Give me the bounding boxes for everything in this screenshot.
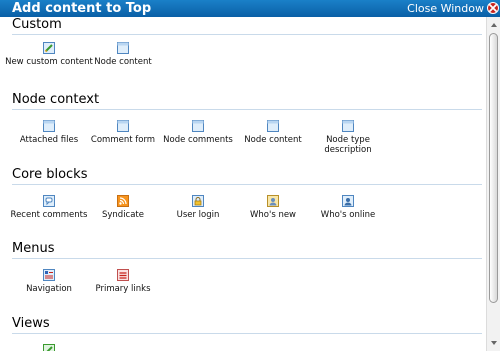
- scrollbar-thumb[interactable]: [489, 33, 498, 303]
- comment-icon: [43, 195, 55, 207]
- navigation-menu-icon: [43, 269, 55, 281]
- document-icon: [43, 120, 55, 132]
- block-node-content[interactable]: Node content: [73, 41, 173, 67]
- section-divider: [12, 184, 482, 185]
- block-label: Node content: [94, 57, 152, 67]
- document-icon: [117, 120, 129, 132]
- dialog-title: Add content to Top: [12, 1, 152, 16]
- vertical-scrollbar[interactable]: [486, 17, 500, 351]
- document-icon: [117, 42, 129, 54]
- section-divider: [12, 109, 482, 110]
- close-icon[interactable]: [487, 2, 499, 14]
- block-node-type-description[interactable]: Node type description: [298, 119, 398, 155]
- scroll-down-arrow-icon[interactable]: [489, 337, 499, 349]
- block-label: Node type description: [324, 135, 372, 155]
- block-view[interactable]: [0, 343, 99, 351]
- section-title-core-blocks: Core blocks: [12, 167, 88, 182]
- edit-document-icon: [43, 42, 55, 54]
- primary-links-icon: [117, 269, 129, 281]
- lock-icon: [192, 195, 204, 207]
- section-title-menus: Menus: [12, 241, 55, 256]
- section-title-custom: Custom: [12, 17, 62, 32]
- user-new-icon: [267, 195, 279, 207]
- dialog-content: Custom New custom content Node content N…: [0, 17, 486, 351]
- section-divider: [12, 333, 482, 334]
- block-whos-online[interactable]: Who's online: [298, 194, 398, 220]
- document-icon: [342, 120, 354, 132]
- document-icon: [192, 120, 204, 132]
- dialog-titlebar: Add content to Top Close Window: [0, 0, 500, 17]
- block-label: Who's online: [320, 210, 376, 220]
- block-primary-links[interactable]: Primary links: [73, 268, 173, 294]
- section-title-views: Views: [12, 316, 50, 331]
- section-title-node-context: Node context: [12, 92, 100, 107]
- scroll-up-arrow-icon[interactable]: [489, 19, 499, 31]
- rss-feed-icon: [117, 195, 129, 207]
- block-label: Primary links: [95, 284, 151, 294]
- user-online-icon: [342, 195, 354, 207]
- view-icon: [43, 344, 55, 351]
- section-divider: [12, 34, 482, 35]
- close-window-link[interactable]: Close Window: [407, 0, 484, 17]
- section-divider: [12, 258, 482, 259]
- document-icon: [267, 120, 279, 132]
